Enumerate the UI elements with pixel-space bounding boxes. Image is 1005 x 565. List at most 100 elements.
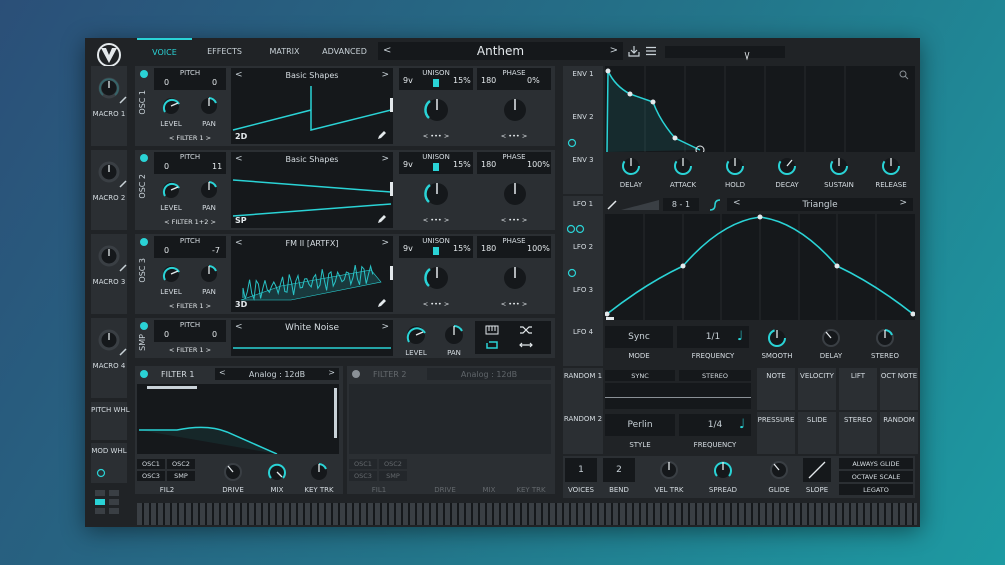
tab-lfo-1[interactable]: LFO 1 bbox=[563, 200, 603, 208]
voices-value[interactable]: 1 bbox=[565, 458, 597, 482]
edit-icon[interactable] bbox=[119, 348, 127, 356]
wavetable-dimension[interactable]: SP bbox=[235, 216, 247, 225]
unison-control[interactable]: 9v UNISON 15% bbox=[399, 68, 473, 90]
lfo-frequency-select[interactable]: 1/1 ♩ bbox=[677, 326, 749, 348]
tab-effects[interactable]: EFFECTS bbox=[197, 38, 252, 64]
pitch-semitone[interactable]: 0 bbox=[212, 330, 217, 339]
filter-model-prev[interactable]: < bbox=[219, 368, 226, 377]
save-icon[interactable] bbox=[628, 45, 640, 57]
lfo-mode-select[interactable]: Sync bbox=[605, 326, 673, 348]
mod-source-lift[interactable]: LIFT bbox=[839, 368, 877, 410]
filter-1-route-osc1[interactable]: OSC1 bbox=[137, 459, 165, 469]
env-delay-knob[interactable] bbox=[619, 154, 643, 178]
preset-next-button[interactable]: > bbox=[610, 45, 618, 56]
random-style-select[interactable]: Perlin bbox=[605, 414, 675, 436]
tab-env-3[interactable]: ENV 3 bbox=[563, 156, 603, 164]
phase-select[interactable]: < ••• > bbox=[477, 300, 551, 308]
filter-2-route-osc1[interactable]: OSC1 bbox=[349, 459, 377, 469]
octave-scale-toggle[interactable]: OCTAVE SCALE bbox=[839, 471, 913, 482]
env-sustain-knob[interactable] bbox=[827, 154, 851, 178]
phase-select[interactable]: < ••• > bbox=[477, 216, 551, 224]
unison-detune[interactable]: 15% bbox=[453, 244, 471, 253]
mod-source-random[interactable]: RANDOM bbox=[880, 412, 918, 454]
mod-source-icon[interactable] bbox=[96, 468, 106, 478]
wavetable-dimension[interactable]: 3D bbox=[235, 300, 247, 309]
macro-1[interactable]: MACRO 1 bbox=[91, 66, 127, 146]
unison-stack-select[interactable]: < ••• > bbox=[399, 300, 473, 308]
lfo-stereo-knob[interactable] bbox=[873, 326, 897, 350]
lfo-shape-next[interactable]: > bbox=[899, 198, 907, 208]
sampler-pan-knob[interactable] bbox=[441, 322, 467, 348]
edit-icon[interactable] bbox=[119, 264, 127, 272]
phase-knob[interactable] bbox=[499, 178, 531, 210]
phase-value[interactable]: 180 bbox=[481, 244, 496, 253]
lfo-mod-icon[interactable] bbox=[567, 224, 585, 234]
phase-control[interactable]: 180 PHASE 100% bbox=[477, 152, 551, 174]
osc-1-pan-knob[interactable] bbox=[197, 94, 221, 118]
tab-random-1[interactable]: RANDOM 1 bbox=[563, 372, 603, 380]
filter-1-route-osc3[interactable]: OSC3 bbox=[137, 471, 165, 481]
tab-lfo-3[interactable]: LFO 3 bbox=[563, 286, 603, 294]
velocity-track-knob[interactable] bbox=[657, 458, 681, 482]
pencil-icon[interactable] bbox=[377, 298, 387, 308]
lfo-shape-prev[interactable]: < bbox=[733, 198, 741, 208]
osc-2-power-toggle[interactable] bbox=[140, 154, 148, 162]
random-sync-button[interactable]: SYNC bbox=[605, 370, 675, 381]
osc-3-wavetable-display[interactable]: < FM II [ARTFX] > 3D bbox=[231, 236, 393, 312]
octave-indicator[interactable] bbox=[95, 488, 123, 522]
always-glide-toggle[interactable]: ALWAYS GLIDE bbox=[839, 458, 913, 469]
sampler-level-knob[interactable] bbox=[403, 322, 429, 348]
osc-2-wavetable-display[interactable]: < Basic Shapes > SP bbox=[231, 152, 393, 228]
unison-control[interactable]: 9v UNISON 15% bbox=[399, 152, 473, 174]
pitch-wheel[interactable]: PITCH WHL bbox=[91, 402, 130, 440]
loop-icon[interactable] bbox=[485, 339, 499, 351]
tab-random-2[interactable]: RANDOM 2 bbox=[563, 415, 603, 423]
osc-2-level-knob[interactable] bbox=[159, 178, 183, 202]
sample-next-button[interactable]: > bbox=[381, 322, 389, 332]
phase-knob[interactable] bbox=[499, 94, 531, 126]
osc-1-power-toggle[interactable] bbox=[140, 70, 148, 78]
macro-2[interactable]: MACRO 2 bbox=[91, 150, 127, 230]
env-decay-knob[interactable] bbox=[775, 154, 799, 178]
phase-knob[interactable] bbox=[499, 262, 531, 294]
osc-2-filter-select[interactable]: < FILTER 1+2 > bbox=[154, 218, 226, 226]
filter-model-next[interactable]: > bbox=[328, 368, 335, 377]
pitch-octave[interactable]: 0 bbox=[164, 330, 169, 339]
phase-randomize[interactable]: 0% bbox=[527, 76, 540, 85]
mod-source-slide[interactable]: SLIDE bbox=[798, 412, 836, 454]
mod-source-oct-note[interactable]: OCT NOTE bbox=[880, 368, 918, 410]
mod-wheel[interactable]: MOD WHL bbox=[91, 443, 127, 483]
pitch-octave[interactable]: 0 bbox=[164, 78, 169, 87]
piano-keyboard[interactable] bbox=[137, 503, 917, 525]
lfo-grid-select[interactable]: 8 - 1 bbox=[663, 198, 699, 211]
tab-lfo-2[interactable]: LFO 2 bbox=[563, 243, 603, 251]
macro-4[interactable]: MACRO 4 bbox=[91, 318, 127, 398]
filter-1-power-toggle[interactable] bbox=[140, 370, 148, 378]
sample-prev-button[interactable]: < bbox=[235, 322, 243, 332]
env-release-knob[interactable] bbox=[879, 154, 903, 178]
unison-detune[interactable]: 15% bbox=[453, 76, 471, 85]
paint-icon[interactable] bbox=[607, 200, 617, 210]
sampler-pitch[interactable]: PITCH 0 0 bbox=[154, 320, 226, 342]
pitch-octave[interactable]: 0 bbox=[164, 162, 169, 171]
note-icon[interactable]: ♩ bbox=[737, 329, 743, 344]
filter-2-route-smp[interactable]: SMP bbox=[379, 471, 407, 481]
filter-2-route-osc3[interactable]: OSC3 bbox=[349, 471, 377, 481]
filter-1-route-osc2[interactable]: OSC2 bbox=[167, 459, 195, 469]
filter-2-route-osc2[interactable]: OSC2 bbox=[379, 459, 407, 469]
bend-value[interactable]: 2 bbox=[603, 458, 635, 482]
lfo-smooth-knob[interactable] bbox=[765, 326, 789, 350]
tab-lfo-4[interactable]: LFO 4 bbox=[563, 328, 603, 336]
note-icon[interactable]: ♩ bbox=[739, 417, 745, 432]
osc-3-filter-select[interactable]: < FILTER 1 > bbox=[154, 302, 226, 310]
unison-detune-knob[interactable] bbox=[421, 178, 453, 210]
macro-3[interactable]: MACRO 3 bbox=[91, 234, 127, 314]
osc-3-level-knob[interactable] bbox=[159, 262, 183, 286]
glide-knob[interactable] bbox=[767, 458, 791, 482]
lfo-2-mod-icon[interactable] bbox=[567, 268, 577, 278]
filter-1-drive-knob[interactable] bbox=[221, 460, 245, 484]
unison-stack-select[interactable]: < ••• > bbox=[399, 216, 473, 224]
filter-2-power-toggle[interactable] bbox=[352, 370, 360, 378]
tab-matrix[interactable]: MATRIX bbox=[257, 38, 312, 64]
mod-source-velocity[interactable]: VELOCITY bbox=[798, 368, 836, 410]
